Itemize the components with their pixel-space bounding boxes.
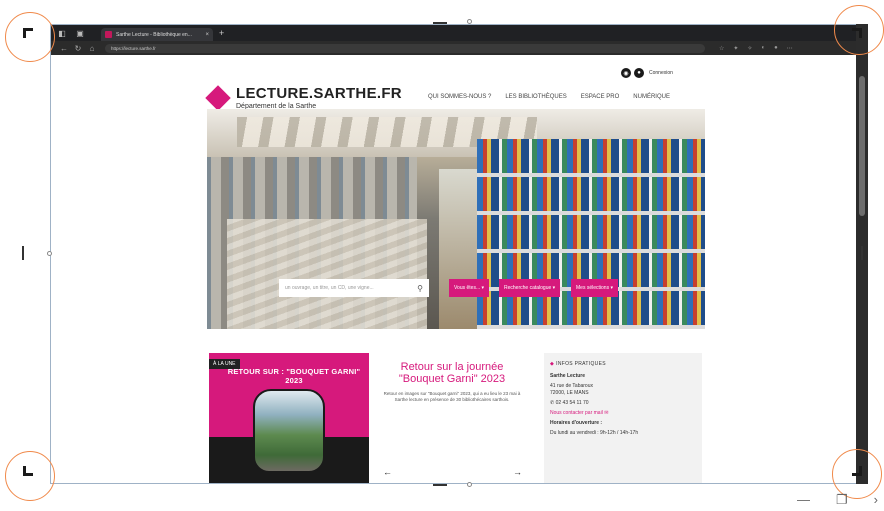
tab-close-icon[interactable]: × <box>205 32 209 38</box>
infos-card: ◆ INFOS PRATIQUES Sarthe Lecture 41 rue d… <box>544 353 702 483</box>
hours-text: Du lundi au vendredi : 9h-12h / 14h-17h <box>550 430 639 436</box>
hours-label: Horaires d'ouverture : <box>550 420 603 426</box>
nav-item-libraries[interactable]: LES BIBLIOTHÈQUES <box>505 94 566 100</box>
restore-button[interactable]: ❐ <box>836 492 848 508</box>
catalogue-button[interactable]: Recherche catalogue ▾ <box>499 279 561 297</box>
tab-bar: ◧ ▣ Sarthe Lecture - Bibliothèque en... … <box>51 25 867 41</box>
favicon-icon <box>105 31 112 38</box>
vous-etes-button[interactable]: Vous êtes... ▾ <box>449 279 490 297</box>
favorites-icon[interactable]: ✧ <box>747 45 752 52</box>
window-scroll-thumb[interactable] <box>859 76 865 216</box>
logo-diamond-icon <box>205 84 231 111</box>
crop-handle-right[interactable] <box>861 246 863 260</box>
next-arrow-icon[interactable]: → <box>513 467 522 477</box>
new-tab-button[interactable]: + <box>219 28 224 38</box>
infos-address2: 72000, LE MANS <box>550 390 589 396</box>
infos-address1: 41 rue de Tabaroux <box>550 383 593 389</box>
contact-link[interactable]: Nous contacter par mail ✉ <box>550 410 696 417</box>
crop-dot-top[interactable] <box>467 19 472 24</box>
nav-item-about[interactable]: QUI SOMMES-NOUS ? <box>428 94 491 100</box>
logo-title: LECTURE.SARTHE.FR <box>236 85 402 102</box>
address-text: https://lecture.sarthe.fr <box>111 45 156 51</box>
search-icon[interactable]: ⚲ <box>417 284 423 293</box>
browser-tab[interactable]: Sarthe Lecture - Bibliothèque en... × <box>101 28 213 41</box>
main-nav: QUI SOMMES-NOUS ? LES BIBLIOTHÈQUES ESPA… <box>428 94 670 100</box>
minimize-button[interactable]: — <box>797 492 810 508</box>
hero-shelf-lines <box>477 139 705 329</box>
crop-dot-left[interactable] <box>47 251 52 256</box>
prev-arrow-icon[interactable]: ← <box>383 467 392 477</box>
site-logo[interactable]: LECTURE.SARTHE.FR Département de la Sart… <box>205 84 402 111</box>
reload-button[interactable]: ↻ <box>71 44 85 53</box>
accessibility-icon[interactable]: ◉ <box>621 68 631 78</box>
menu-icon[interactable]: ⋯ <box>787 45 793 52</box>
feature-text: Retour en images sur "Bouquet garni" 202… <box>383 391 521 402</box>
search-placeholder: un ouvrage, un titre, un CD, une vigne..… <box>285 285 374 291</box>
nav-item-pro[interactable]: ESPACE PRO <box>581 94 620 100</box>
tab-title: Sarthe Lecture - Bibliothèque en... <box>116 31 192 38</box>
selections-button[interactable]: Mes sélections ▾ <box>571 279 618 297</box>
infos-heading: ◆ INFOS PRATIQUES <box>550 361 696 367</box>
crop-dot-bottom[interactable] <box>467 482 472 487</box>
account-icon[interactable]: ● <box>634 68 644 78</box>
hero-aisle <box>439 169 479 329</box>
window-menu-icon[interactable]: ◧ <box>55 26 69 40</box>
toolbar-icons: ☆ ✦ ✧ ◐ ● ⋯ <box>719 45 793 52</box>
infos-heading-text: INFOS PRATIQUES <box>556 361 606 367</box>
browser-window: ◧ ▣ Sarthe Lecture - Bibliothèque en... … <box>50 24 868 484</box>
feature-card[interactable]: Retour sur la journée "Bouquet Garni" 20… <box>371 353 533 483</box>
screenshot-stage: ◧ ▣ Sarthe Lecture - Bibliothèque en... … <box>0 0 884 511</box>
infos-org: Sarthe Lecture <box>550 373 586 379</box>
tab-actions-icon[interactable]: ▣ <box>73 26 87 40</box>
star-icon[interactable]: ☆ <box>719 45 724 52</box>
highlight-circle-top-left <box>5 12 55 62</box>
feature-title: Retour sur la journée "Bouquet Garni" 20… <box>398 361 506 385</box>
home-button[interactable]: ⌂ <box>85 44 99 53</box>
extensions-icon[interactable]: ✦ <box>733 45 738 52</box>
user-icons: ◉ ● Connexion <box>621 68 673 78</box>
more-button[interactable]: › <box>874 492 878 508</box>
profile-icon[interactable]: ● <box>774 45 778 52</box>
browser-toolbar: ← ↻ ⌂ https://lecture.sarthe.fr ☆ ✦ ✧ ◐ … <box>51 41 867 55</box>
window-controls: — ❐ › <box>797 492 884 511</box>
search-input[interactable]: un ouvrage, un titre, un CD, une vigne..… <box>279 279 429 297</box>
crop-handle-bottom[interactable] <box>433 484 447 486</box>
bullet-icon: ◆ <box>550 361 555 367</box>
infos-phone[interactable]: 02 43 54 11 70 <box>556 400 589 406</box>
connexion-link[interactable]: Connexion <box>649 70 673 76</box>
news-title: RETOUR SUR : "BOUQUET GARNI" 2023 <box>227 367 361 385</box>
highlight-circle-top-right <box>834 5 884 55</box>
highlight-circle-bottom-left <box>5 451 55 501</box>
back-button[interactable]: ← <box>57 44 71 53</box>
web-page: ◉ ● Connexion LECTURE.SARTHE.FR Départem… <box>51 55 857 483</box>
news-card[interactable]: À LA UNE RETOUR SUR : "BOUQUET GARNI" 20… <box>209 353 369 483</box>
hero-stairs <box>227 219 427 329</box>
address-bar[interactable]: https://lecture.sarthe.fr <box>105 43 705 53</box>
nav-item-digital[interactable]: NUMÉRIQUE <box>633 94 670 100</box>
crop-handle-left[interactable] <box>22 246 24 260</box>
collections-icon[interactable]: ◐ <box>761 45 765 52</box>
crop-handle-top[interactable] <box>433 22 447 24</box>
news-photo <box>253 389 325 473</box>
infos-phone-row: ✆ 02 43 54 11 70 <box>550 400 696 407</box>
